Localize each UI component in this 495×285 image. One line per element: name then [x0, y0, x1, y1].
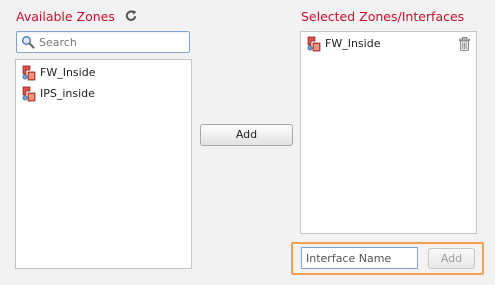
zone-label: FW_Inside: [325, 37, 381, 50]
trash-icon[interactable]: [459, 37, 470, 51]
zone-label: IPS_inside: [40, 87, 95, 100]
available-zones-list[interactable]: FW_Inside IPS_inside: [15, 59, 192, 269]
available-zone-item[interactable]: FW_Inside: [16, 62, 191, 83]
interface-name-input[interactable]: [301, 247, 418, 269]
search-input[interactable]: [39, 33, 185, 51]
zone-icon: [21, 86, 37, 102]
add-interface-button[interactable]: Add: [428, 248, 475, 269]
add-button[interactable]: Add: [200, 124, 293, 146]
available-zone-item[interactable]: IPS_inside: [16, 83, 191, 104]
selected-zone-item[interactable]: FW_Inside: [301, 33, 476, 54]
search-icon: [21, 35, 35, 49]
selected-zones-title: Selected Zones/Interfaces: [301, 9, 465, 24]
search-box: [16, 31, 190, 53]
zone-icon: [306, 36, 322, 52]
refresh-icon[interactable]: [124, 9, 138, 23]
available-zones-title: Available Zones: [16, 9, 115, 24]
selected-zones-list[interactable]: FW_Inside: [300, 31, 477, 234]
zone-icon: [21, 65, 37, 81]
zone-label: FW_Inside: [40, 66, 96, 79]
